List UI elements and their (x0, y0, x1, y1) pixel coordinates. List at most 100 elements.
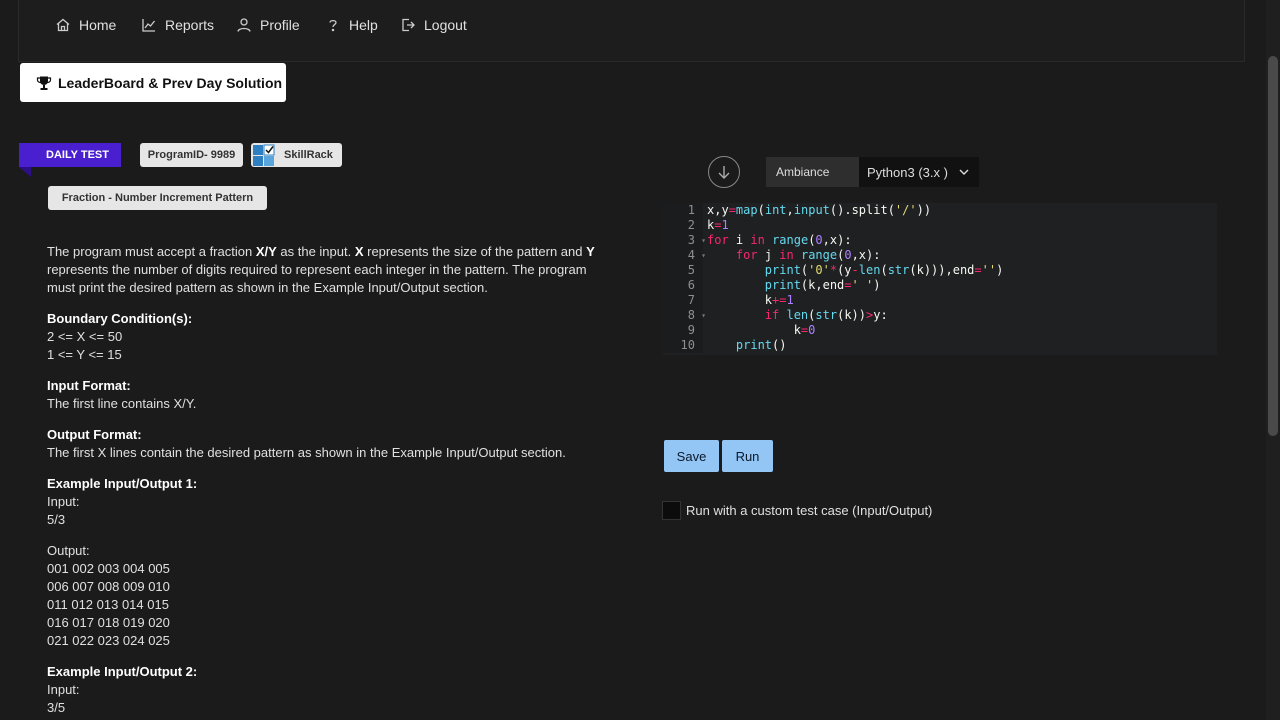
example2-input: 3/5 (47, 700, 66, 715)
example1-input-label: Input: (47, 494, 80, 509)
skillrack-label: SkillRack (284, 149, 333, 161)
program-id-label: ProgramID- 9989 (147, 149, 236, 161)
save-label: Save (676, 448, 707, 464)
example1-output-line: 011 012 013 014 015 (47, 597, 169, 612)
code-line[interactable]: for i in range(0,x): (707, 233, 1003, 248)
scrollbar-thumb[interactable] (1268, 56, 1278, 436)
example1-section: Example Input/Output 1: Input: 5/3 (47, 475, 607, 529)
example1-output-section: Output: 001 002 003 004 005 006 007 008 … (47, 542, 607, 650)
logout-icon (402, 18, 415, 32)
theme-select[interactable]: Ambiance (766, 157, 859, 187)
skillrack-logo-icon (253, 144, 275, 166)
code-line[interactable]: k=1 (707, 218, 1003, 233)
arrow-down-icon (718, 166, 730, 179)
top-navbar: Home Reports Profile Help Logout (18, 0, 1245, 62)
code-area[interactable]: x,y=map(int,input().split('/')) k=1 for i … (707, 203, 1003, 353)
code-line[interactable]: print('0'*(y-len(str(k))),end='') (707, 263, 1004, 278)
code-line[interactable]: x,y=map(int,input().split('/')) (707, 203, 1003, 218)
input-format-section: Input Format: The first line contains X/… (47, 377, 607, 413)
line-number: 7 (687, 293, 695, 307)
run-button[interactable]: Run (722, 440, 773, 472)
code-line[interactable]: if len(str(k))>y: (707, 308, 1003, 323)
line-number: 10 (680, 338, 695, 352)
example1-output-label: Output: (47, 543, 90, 558)
nav-reports[interactable]: Reports (141, 17, 214, 33)
desc-bold: X (354, 244, 364, 259)
code-line[interactable]: print(k,end=' ') (707, 278, 1003, 293)
save-button[interactable]: Save (664, 440, 719, 472)
editor-gutter: 1 2 3 ▾ 4 ▾ 5 6 7 8 ▾ 9 10 (663, 203, 706, 353)
program-id-badge: ProgramID- 9989 (140, 143, 243, 167)
input-format-text: The first line contains X/Y. (47, 396, 197, 411)
code-editor[interactable]: 1 2 3 ▾ 4 ▾ 5 6 7 8 ▾ 9 10 x,y=map(int,inpu… (663, 203, 1217, 355)
nav-home[interactable]: Home (55, 17, 116, 33)
nav-logout[interactable]: Logout (400, 17, 467, 33)
desc-text: as the input. (276, 244, 355, 259)
problem-title-text: Fraction - Number Increment Pattern (61, 192, 254, 204)
description-paragraph: The program must accept a fraction X/Y a… (47, 243, 607, 297)
desc-bold: X/Y (255, 244, 277, 259)
example2-section: Example Input/Output 2: Input: 3/5 (47, 663, 607, 717)
line-number: 9 (687, 323, 695, 337)
desc-text: represents the number of digits required… (47, 262, 587, 295)
code-line[interactable]: print() (707, 338, 1003, 353)
chevron-down-icon (959, 169, 969, 175)
problem-title: Fraction - Number Increment Pattern (48, 186, 267, 210)
example1-output-line: 016 017 018 019 020 (47, 615, 170, 630)
example2-input-label: Input: (47, 682, 80, 697)
output-format-text: The first X lines contain the desired pa… (47, 445, 566, 460)
example1-output-line: 006 007 008 009 010 (47, 579, 170, 594)
line-number: 1 (687, 203, 695, 217)
download-button[interactable] (708, 156, 740, 188)
nav-reports-label: Reports (165, 17, 215, 33)
desc-text: represents the size of the pattern and (363, 244, 587, 259)
line-number: 4 ▾ (687, 248, 706, 262)
line-number: 8 ▾ (687, 308, 706, 322)
desc-bold: Y (586, 244, 595, 259)
example1-heading: Example Input/Output 1: (47, 476, 198, 491)
example1-input: 5/3 (47, 512, 66, 527)
nav-home-label: Home (79, 17, 117, 33)
ribbon-fold (19, 167, 31, 177)
language-select[interactable]: Python3 (3.x ) (859, 157, 979, 187)
leaderboard-label: LeaderBoard & Prev Day Solution (58, 74, 283, 91)
skillrack-badge[interactable]: SkillRack (251, 143, 342, 167)
example1-output-line: 001 002 003 004 005 (47, 561, 170, 576)
language-label: Python3 (3.x ) (867, 164, 948, 180)
nav-profile[interactable]: Profile (236, 17, 300, 33)
nav-help[interactable]: Help (325, 17, 378, 33)
custom-test-case-row: Run with a custom test case (Input/Outpu… (662, 501, 932, 520)
boundary-section: Boundary Condition(s): 2 <= X <= 50 1 <=… (47, 310, 607, 364)
input-format-heading: Input Format: (47, 378, 131, 393)
fold-arrow-icon: ▾ (701, 251, 706, 260)
custom-test-case-checkbox[interactable] (662, 501, 681, 520)
nav-logout-label: Logout (424, 17, 467, 33)
question-icon (329, 19, 337, 32)
output-format-heading: Output Format: (47, 427, 142, 442)
problem-description: The program must accept a fraction X/Y a… (47, 243, 607, 720)
line-number: 5 (687, 263, 695, 277)
home-icon (56, 18, 70, 32)
page-scrollbar[interactable] (1266, 0, 1280, 720)
nav-help-label: Help (349, 17, 378, 33)
custom-test-case-label[interactable]: Run with a custom test case (Input/Outpu… (686, 503, 932, 518)
line-number: 6 (687, 278, 695, 292)
code-line[interactable]: for j in range(0,x): (707, 248, 1003, 263)
run-label: Run (735, 448, 760, 464)
nav-profile-label: Profile (260, 17, 300, 33)
code-line[interactable]: k=0 (707, 323, 1003, 338)
daily-test-ribbon: DAILY TEST (19, 143, 121, 167)
example1-output-line: 021 022 023 024 025 (47, 633, 170, 648)
user-icon (237, 18, 251, 32)
boundary-heading: Boundary Condition(s): (47, 311, 193, 326)
boundary-line: 1 <= Y <= 15 (47, 347, 122, 362)
boundary-line: 2 <= X <= 50 (47, 329, 123, 344)
fold-arrow-icon: ▾ (701, 236, 706, 245)
trophy-icon (36, 76, 52, 90)
fold-arrow-icon: ▾ (701, 311, 706, 320)
output-format-section: Output Format: The first X lines contain… (47, 426, 607, 462)
code-line[interactable]: k+=1 (707, 293, 1003, 308)
leaderboard-button[interactable]: LeaderBoard & Prev Day Solution (20, 63, 286, 102)
desc-text: The program must accept a fraction (47, 244, 256, 259)
example2-heading: Example Input/Output 2: (47, 664, 198, 679)
